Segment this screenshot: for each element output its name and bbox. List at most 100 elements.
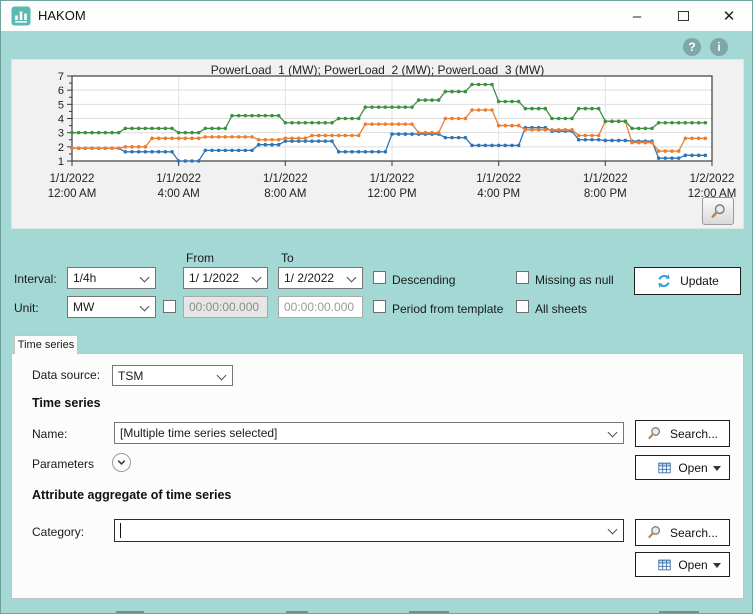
svg-text:4: 4: [58, 114, 64, 126]
time-series-panel: Data source: TSM Time series Name: [Mult…: [11, 353, 744, 599]
to-time-input[interactable]: 00:00:00.000: [278, 296, 363, 318]
tab-time-series[interactable]: Time series: [14, 335, 78, 354]
data-source-label: Data source:: [32, 368, 100, 382]
dropdown-arrow-icon: [713, 563, 721, 568]
magnifier-icon: [647, 525, 662, 540]
period-from-template-checkbox[interactable]: [373, 300, 386, 313]
text-cursor: [120, 523, 121, 538]
close-icon: ✕: [723, 7, 736, 25]
title-bar: HAKOM – ✕: [1, 1, 752, 31]
name-select[interactable]: [Multiple time series selected]: [114, 422, 624, 444]
table-icon: [657, 558, 672, 572]
missing-as-null-label: Missing as null: [535, 273, 614, 287]
magnifier-icon: [647, 426, 662, 441]
svg-text:1/1/2022: 1/1/2022: [583, 173, 628, 185]
app-logo-icon: [11, 6, 31, 26]
from-label: From: [186, 251, 214, 265]
svg-text:1/2/2022: 1/2/2022: [690, 173, 735, 185]
period-from-template-label: Period from template: [392, 302, 503, 316]
to-date-value: 1/ 2/2022: [284, 271, 334, 285]
all-sheets-checkbox[interactable]: [516, 300, 529, 313]
info-icon: i: [717, 40, 720, 54]
name-label: Name:: [32, 427, 67, 441]
search-label: Search...: [670, 526, 718, 540]
name-value: [Multiple time series selected]: [120, 426, 277, 440]
close-button[interactable]: ✕: [706, 1, 752, 31]
from-date-picker[interactable]: 1/ 1/2022: [183, 267, 268, 289]
search-label: Search...: [670, 427, 718, 441]
chart-panel: PowerLoad_1 (MW); PowerLoad_2 (MW); Powe…: [11, 59, 744, 229]
chevron-down-circle-icon: [115, 456, 128, 469]
svg-text:12:00 PM: 12:00 PM: [367, 188, 416, 200]
refresh-icon: [656, 273, 672, 289]
missing-as-null-checkbox[interactable]: [516, 271, 529, 284]
svg-text:7: 7: [58, 71, 64, 83]
svg-text:1/1/2022: 1/1/2022: [370, 173, 415, 185]
svg-text:12:00 AM: 12:00 AM: [48, 188, 97, 200]
app-window: HAKOM – ✕ ? i PowerLoad_1 (MW); PowerLoa…: [0, 0, 753, 614]
update-button[interactable]: Update: [634, 267, 741, 295]
unit-label: Unit:: [14, 301, 39, 315]
parameters-label: Parameters: [32, 457, 94, 471]
attribute-aggregate-heading: Attribute aggregate of time series: [32, 488, 231, 502]
svg-text:5: 5: [58, 99, 64, 111]
magnifier-icon: [710, 203, 727, 220]
category-label: Category:: [32, 525, 84, 539]
maximize-button[interactable]: [660, 1, 706, 31]
to-label: To: [281, 251, 294, 265]
info-button[interactable]: i: [710, 38, 728, 56]
tab-label: Time series: [18, 339, 74, 351]
svg-text:1/1/2022: 1/1/2022: [263, 173, 308, 185]
use-time-checkbox[interactable]: [163, 300, 176, 313]
interval-label: Interval:: [14, 272, 57, 286]
time-series-chart: 12345671/1/202212:00 AM1/1/20224:00 AM1/…: [12, 60, 745, 230]
svg-text:1/1/2022: 1/1/2022: [156, 173, 201, 185]
open-button[interactable]: Open: [635, 455, 730, 480]
descending-label: Descending: [392, 273, 455, 287]
minimize-icon: –: [633, 8, 641, 25]
chevron-down-icon: [140, 273, 150, 283]
unit-select[interactable]: MW: [67, 296, 156, 318]
category-input[interactable]: [114, 519, 624, 542]
svg-text:1/1/2022: 1/1/2022: [476, 173, 521, 185]
data-source-select[interactable]: TSM: [112, 365, 233, 386]
chevron-down-icon: [217, 371, 227, 381]
table-icon: [657, 461, 672, 475]
open-label: Open: [678, 461, 707, 475]
help-button[interactable]: ?: [683, 38, 701, 56]
parameters-expand-button[interactable]: [112, 453, 131, 472]
interval-select[interactable]: 1/4h: [67, 267, 156, 289]
name-search-button[interactable]: Search...: [635, 420, 730, 447]
svg-text:1: 1: [58, 156, 64, 168]
update-label: Update: [680, 274, 719, 288]
interval-value: 1/4h: [73, 271, 96, 285]
help-icon: ?: [688, 40, 695, 54]
chevron-down-icon: [252, 273, 262, 283]
category-open-button[interactable]: Open: [635, 552, 730, 577]
svg-text:3: 3: [58, 128, 64, 140]
chevron-down-icon: [608, 525, 618, 535]
unit-value: MW: [73, 300, 94, 314]
from-time-input[interactable]: 00:00:00.000: [183, 296, 268, 318]
svg-text:8:00 AM: 8:00 AM: [264, 188, 306, 200]
chart-zoom-button[interactable]: [702, 197, 734, 225]
window-title: HAKOM: [38, 1, 86, 31]
all-sheets-label: All sheets: [535, 302, 587, 316]
to-date-picker[interactable]: 1/ 2/2022: [278, 267, 363, 289]
to-time-value: 00:00:00.000: [284, 300, 354, 314]
from-date-value: 1/ 1/2022: [189, 271, 239, 285]
svg-text:2: 2: [58, 142, 64, 154]
svg-text:8:00 PM: 8:00 PM: [584, 188, 627, 200]
category-search-button[interactable]: Search...: [635, 519, 730, 546]
minimize-button[interactable]: –: [614, 1, 660, 31]
open-label: Open: [678, 558, 707, 572]
svg-text:4:00 PM: 4:00 PM: [477, 188, 520, 200]
chevron-down-icon: [140, 302, 150, 312]
descending-checkbox[interactable]: [373, 271, 386, 284]
time-series-heading: Time series: [32, 396, 101, 410]
svg-text:6: 6: [58, 85, 64, 97]
from-time-value: 00:00:00.000: [189, 300, 259, 314]
svg-text:1/1/2022: 1/1/2022: [50, 173, 95, 185]
chevron-down-icon: [608, 428, 618, 438]
maximize-icon: [678, 11, 689, 21]
